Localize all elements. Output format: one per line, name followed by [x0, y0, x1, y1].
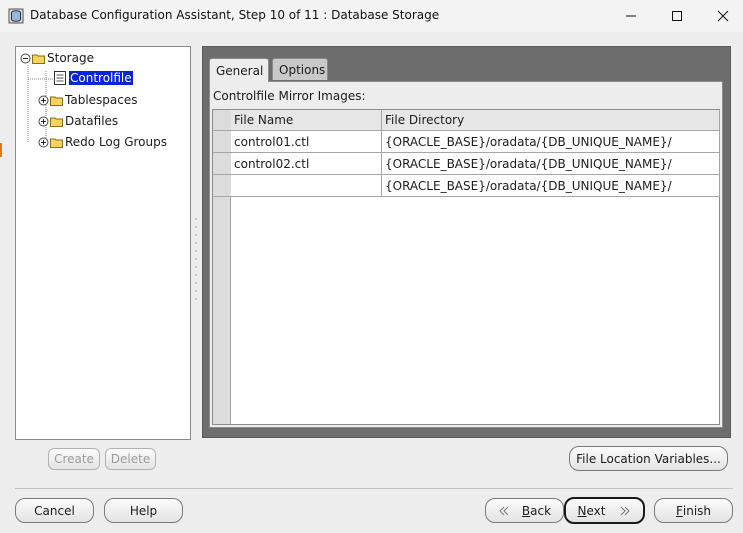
- column-header-file-name[interactable]: File Name: [231, 110, 382, 131]
- close-icon: [717, 10, 729, 22]
- maximize-button[interactable]: [654, 0, 700, 32]
- maximize-icon: [672, 11, 682, 21]
- next-label: ext: [586, 503, 606, 518]
- next-mnemonic: N: [577, 503, 587, 518]
- expand-icon: [38, 116, 49, 126]
- help-button[interactable]: Help: [104, 498, 183, 523]
- collapse-icon: [20, 53, 31, 63]
- table-cell-file-name[interactable]: control02.ctl: [231, 153, 382, 175]
- table-cell-file-name[interactable]: control01.ctl: [231, 131, 382, 153]
- folder-open-icon: [32, 54, 45, 64]
- cancel-button[interactable]: Cancel: [15, 498, 94, 523]
- tree-node-redo-log-groups[interactable]: Redo Log Groups: [38, 133, 167, 151]
- row-header[interactable]: [213, 175, 231, 197]
- close-button[interactable]: [700, 0, 743, 32]
- chevron-left-icon: [499, 506, 509, 515]
- tree-label-datafiles: Datafiles: [65, 114, 119, 128]
- controlfile-table[interactable]: File Name File Directory control01.ctl {…: [212, 109, 720, 425]
- next-button[interactable]: Next: [564, 497, 645, 524]
- tree-label-tablespaces: Tablespaces: [65, 93, 138, 107]
- minimize-button[interactable]: [608, 0, 654, 32]
- table-cell-file-directory[interactable]: {ORACLE_BASE}/oradata/{DB_UNIQUE_NAME}/: [382, 153, 720, 175]
- window-title: Database Configuration Assistant, Step 1…: [30, 8, 440, 22]
- database-app-icon: [8, 8, 24, 24]
- storage-tree[interactable]: Storage Controlfile Tablespaces Datafile…: [15, 46, 191, 440]
- splitter-handle[interactable]: [194, 215, 198, 305]
- back-label: ack: [530, 503, 552, 518]
- tree-node-controlfile[interactable]: Controlfile: [54, 69, 134, 87]
- tree-label-redo-log-groups: Redo Log Groups: [65, 135, 167, 149]
- chevron-right-icon: [621, 506, 631, 515]
- tab-options[interactable]: Options: [272, 58, 328, 80]
- tree-node-tablespaces[interactable]: Tablespaces: [38, 91, 138, 109]
- column-header-file-directory[interactable]: File Directory: [382, 110, 720, 131]
- back-button[interactable]: Back: [485, 498, 564, 523]
- folder-icon: [50, 138, 63, 148]
- minimize-icon: [626, 15, 636, 17]
- table-cell-file-directory[interactable]: {ORACLE_BASE}/oradata/{DB_UNIQUE_NAME}/: [382, 131, 720, 153]
- window-edge-marker: [0, 143, 2, 157]
- expand-icon: [38, 95, 49, 105]
- delete-button[interactable]: Delete: [105, 448, 156, 470]
- tree-label-storage: Storage: [47, 51, 94, 65]
- back-mnemonic: B: [521, 503, 531, 518]
- row-header[interactable]: [213, 153, 231, 175]
- folder-icon: [50, 96, 63, 106]
- table-cell-file-name[interactable]: [231, 175, 382, 197]
- table-corner: [213, 110, 231, 131]
- folder-icon: [50, 117, 63, 127]
- document-icon: [54, 71, 66, 85]
- title-bar: Database Configuration Assistant, Step 1…: [0, 0, 743, 32]
- row-header[interactable]: [213, 131, 231, 153]
- finish-label: inish: [682, 503, 712, 518]
- tree-label-controlfile: Controlfile: [68, 70, 134, 86]
- tree-node-storage[interactable]: Storage: [20, 49, 94, 67]
- tree-node-datafiles[interactable]: Datafiles: [38, 112, 118, 130]
- file-location-variables-button[interactable]: File Location Variables...: [569, 446, 728, 471]
- finish-mnemonic: F: [675, 503, 683, 518]
- controlfile-mirror-label: Controlfile Mirror Images:: [213, 89, 366, 103]
- bottom-separator: [15, 488, 733, 489]
- expand-icon: [38, 137, 49, 147]
- table-cell-file-directory[interactable]: {ORACLE_BASE}/oradata/{DB_UNIQUE_NAME}/: [382, 175, 720, 197]
- tab-general[interactable]: General: [209, 58, 269, 82]
- create-button[interactable]: Create: [48, 448, 100, 470]
- finish-button[interactable]: Finish: [654, 498, 733, 523]
